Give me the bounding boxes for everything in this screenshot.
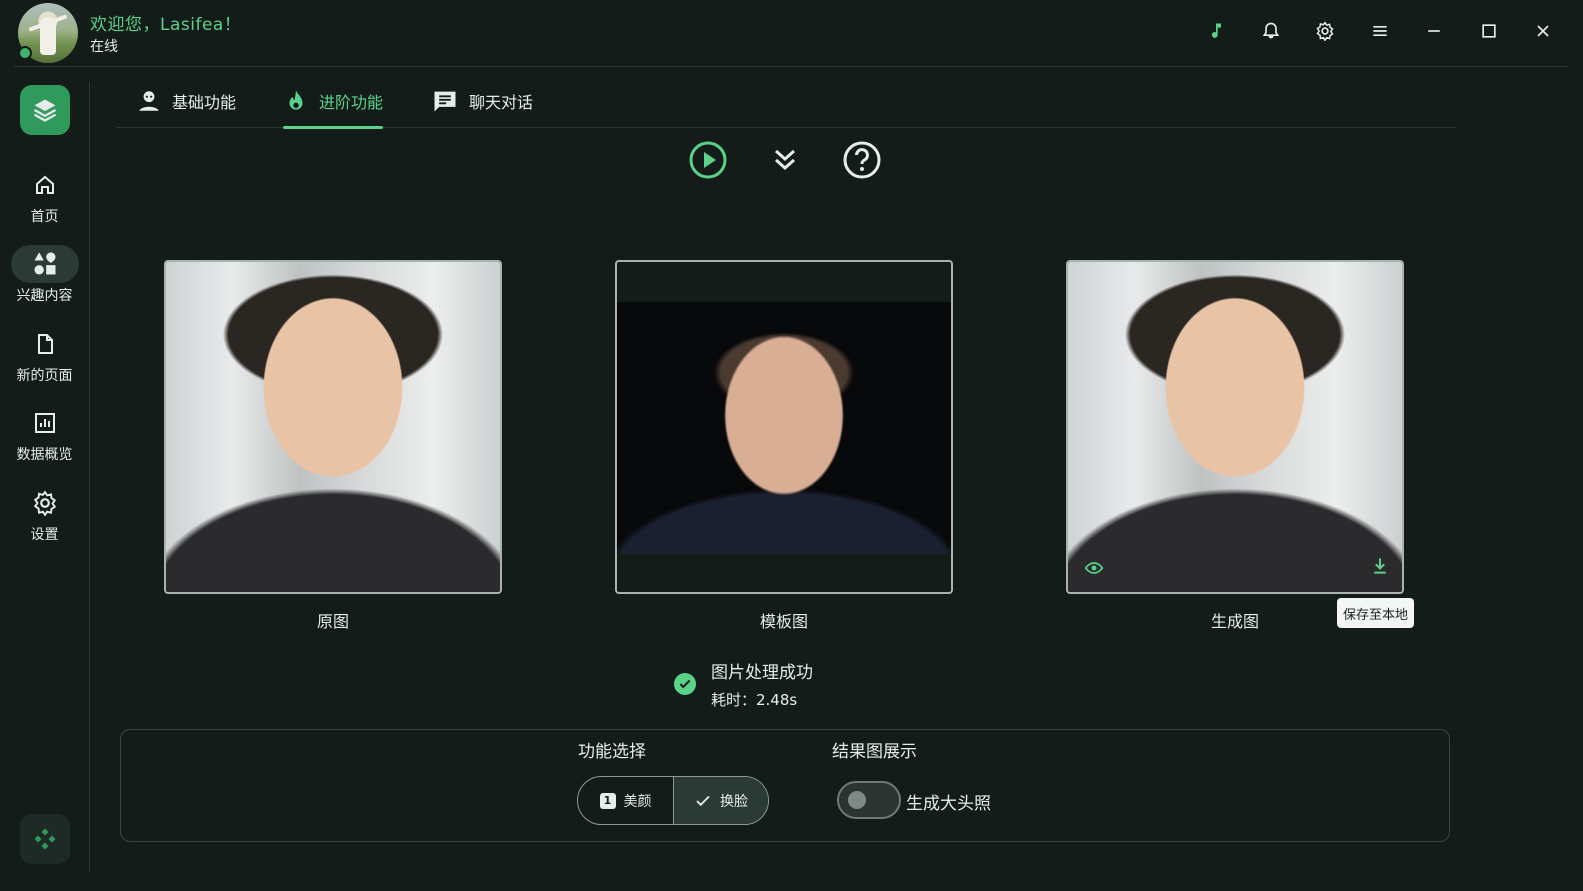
file-icon — [11, 325, 79, 363]
sidebar-item-new-page[interactable]: 新的页面 — [0, 325, 89, 395]
gear-icon — [11, 484, 79, 522]
result-photo — [1068, 262, 1402, 592]
check-icon — [696, 795, 710, 806]
sidebar-item-label: 首页 — [30, 209, 59, 225]
tab-advanced[interactable]: 进阶功能 — [283, 74, 384, 129]
maximize-icon[interactable] — [1476, 18, 1502, 44]
template-image-card[interactable] — [615, 260, 953, 594]
user-status: 在线 — [90, 39, 118, 55]
settings-icon[interactable] — [1312, 18, 1338, 44]
bell-icon[interactable] — [1258, 18, 1284, 44]
option-label: 换脸 — [720, 793, 748, 810]
run-button[interactable] — [688, 140, 728, 180]
sidebar-item-label: 设置 — [30, 527, 59, 543]
sidebar-item-settings[interactable]: 设置 — [0, 484, 89, 554]
title-bar: 欢迎您，Lasifea！ 在线 — [0, 0, 1583, 66]
flame-icon — [289, 90, 303, 110]
title-bar-divider — [14, 66, 1569, 67]
double-chevron-down-icon — [775, 149, 795, 171]
original-image-card[interactable] — [164, 260, 502, 594]
number-one-icon: 1 — [599, 792, 616, 809]
sidebar-item-label: 兴趣内容 — [16, 288, 73, 304]
welcome-text: 欢迎您，Lasifea！ — [90, 15, 242, 35]
success-check-icon — [674, 673, 696, 695]
option-face-swap[interactable]: 换脸 — [673, 777, 768, 824]
function-select-label: 功能选择 — [578, 742, 646, 762]
gamepad-icon — [34, 828, 56, 850]
headshot-toggle-label: 生成大头照 — [906, 794, 991, 814]
options-panel — [120, 729, 1450, 842]
result-image-card[interactable] — [1066, 260, 1404, 594]
app-logo[interactable] — [20, 85, 70, 135]
option-label: 美颜 — [623, 793, 652, 810]
template-photo — [617, 302, 951, 554]
result-message: 图片处理成功 — [711, 663, 813, 683]
home-icon — [11, 166, 79, 204]
sidebar-item-label: 数据概览 — [16, 447, 73, 463]
help-button[interactable] — [842, 140, 882, 180]
chart-icon — [11, 404, 79, 442]
save-tooltip: 保存至本地 — [1337, 598, 1415, 628]
close-icon[interactable] — [1530, 18, 1556, 44]
template-caption: 模板图 — [759, 612, 808, 631]
gamepad-button[interactable] — [20, 814, 70, 864]
original-caption: 原图 — [316, 612, 349, 631]
original-photo — [166, 262, 500, 592]
sidebar-item-label: 新的页面 — [16, 368, 73, 384]
sidebar-item-home[interactable]: 首页 — [0, 166, 89, 236]
online-status-dot — [18, 46, 32, 60]
result-elapsed-time: 耗时：2.48s — [711, 691, 798, 709]
eye-icon[interactable] — [1082, 556, 1106, 580]
option-beauty[interactable]: 1 美颜 — [578, 777, 673, 824]
tab-bar: 基础功能 进阶功能 聊天对话 — [116, 74, 1456, 129]
menu-icon[interactable] — [1367, 18, 1393, 44]
headshot-toggle[interactable] — [837, 781, 901, 819]
sidebar-item-data-overview[interactable]: 数据概览 — [0, 404, 89, 474]
toggle-knob — [848, 791, 866, 809]
minimize-icon[interactable] — [1421, 18, 1447, 44]
play-icon — [689, 141, 727, 179]
sidebar-item-interests[interactable]: 兴趣内容 — [0, 245, 89, 315]
result-display-label: 结果图展示 — [832, 742, 917, 762]
tab-label: 进阶功能 — [319, 93, 384, 112]
download-icon[interactable] — [1368, 554, 1392, 578]
music-icon[interactable] — [1203, 18, 1229, 44]
layers-icon — [33, 99, 57, 122]
expand-button[interactable] — [765, 140, 805, 180]
sidebar-divider — [89, 82, 90, 872]
chat-icon — [434, 91, 456, 112]
shapes-icon — [10, 245, 79, 283]
help-icon — [843, 141, 881, 179]
face-retouch-icon — [139, 91, 159, 111]
tab-chat[interactable]: 聊天对话 — [431, 74, 533, 128]
tab-label: 基础功能 — [172, 93, 237, 112]
tab-basic[interactable]: 基础功能 — [136, 74, 236, 128]
tab-label: 聊天对话 — [469, 93, 534, 112]
function-segmented-control: 1 美颜 换脸 — [577, 776, 769, 825]
